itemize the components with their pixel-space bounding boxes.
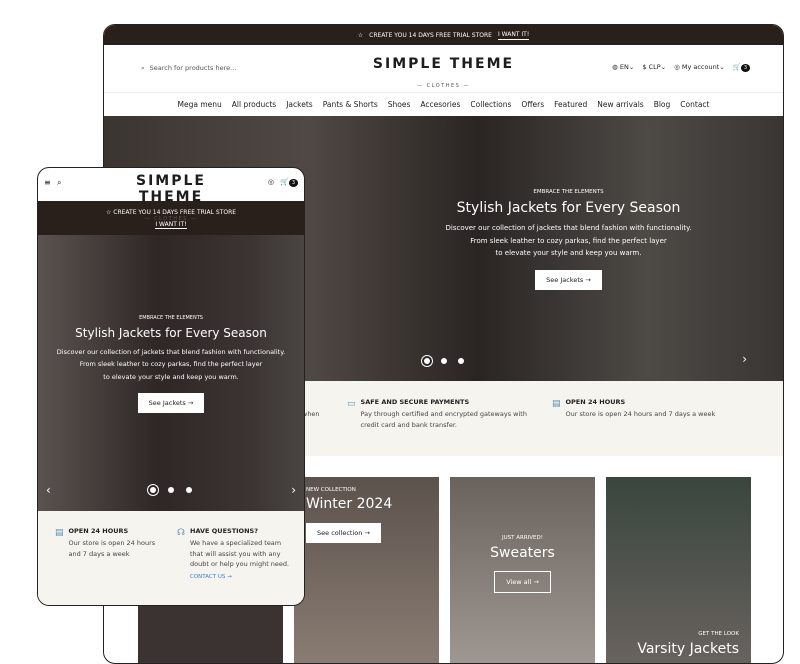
headset-icon: ☊ [177, 528, 185, 538]
view-all-button[interactable]: View all → [494, 571, 551, 593]
contact-us-link[interactable]: CONTACT US → [190, 573, 295, 582]
cart-button[interactable]: 🛒 3 [280, 178, 298, 187]
collection-card-sweaters[interactable]: JUST ARRIVED! Sweaters View all → [450, 477, 595, 663]
account-menu[interactable]: ◎ My account⌄ [674, 63, 725, 71]
slide-dot-2[interactable] [168, 487, 174, 493]
nav-shoes[interactable]: Shoes [388, 100, 411, 109]
star-icon: ☆ [357, 31, 364, 39]
store-icon: ▤ [552, 399, 561, 409]
see-jackets-button[interactable]: See Jackets → [137, 393, 205, 414]
nav-collections[interactable]: Collections [470, 100, 511, 109]
currency-select[interactable]: $ CLP⌄ [642, 63, 666, 71]
logo[interactable]: SIMPLE THEME — CLOTHES — [373, 56, 514, 91]
nav-jackets[interactable]: Jackets [286, 100, 312, 109]
see-jackets-button[interactable]: See Jackets → [535, 269, 602, 290]
next-slide-arrow-icon[interactable]: › [291, 483, 296, 497]
next-slide-arrow-icon[interactable]: › [742, 352, 747, 366]
mobile-header: ≡ ⌕ SIMPLE THEME — CLOTHES — ◎ 🛒 3 [38, 168, 304, 222]
feature-questions: ☊ HAVE QUESTIONS? We have a specialized te… [177, 526, 295, 581]
announcement-bar: ☆ CREATE YOU 14 DAYS FREE TRIAL STORE I … [104, 25, 783, 45]
slide-dot-3[interactable] [186, 487, 192, 493]
hero-banner: EMBRACE THE ELEMENTS Stylish Jackets for… [38, 235, 304, 511]
cart-button[interactable]: 🛒 3 [733, 63, 750, 72]
account-icon[interactable]: ◎ [268, 178, 274, 186]
slide-dot-2[interactable] [441, 358, 447, 364]
features-bar: ▤ OPEN 24 HOURS Our store is open 24 hours… [38, 511, 304, 605]
feature-open-24: ▤ OPEN 24 HOURS Our store is open 24 hours… [55, 527, 156, 558]
slide-dot-3[interactable] [458, 358, 464, 364]
main-nav: Mega menu All products Jackets Pants & S… [104, 93, 783, 116]
prev-slide-arrow-icon[interactable]: ‹ [46, 483, 51, 497]
announcement-link[interactable]: I WANT IT! [497, 31, 530, 40]
slide-dot-1[interactable] [424, 358, 430, 364]
menu-icon[interactable]: ≡ [44, 178, 51, 187]
nav-all-products[interactable]: All products [232, 100, 276, 109]
nav-accesories[interactable]: Accesories [420, 100, 460, 109]
nav-featured[interactable]: Featured [554, 100, 587, 109]
see-collection-button[interactable]: See collection → [306, 523, 381, 543]
mobile-preview: ≡ ⌕ SIMPLE THEME — CLOTHES — ◎ 🛒 3 ☆ CREAT… [37, 167, 305, 606]
feature-open-24: ▤ OPEN 24 HOURS Our store is open 24 hours… [552, 398, 716, 419]
search-icon[interactable]: ⌕ [57, 178, 61, 188]
language-select[interactable]: ◍ EN⌄ [612, 63, 634, 71]
store-icon: ▤ [55, 528, 64, 538]
collection-card-winter[interactable]: NEW COLLECTION Winter 2024 See collection … [294, 477, 439, 663]
search-icon: ⌕ [141, 64, 145, 72]
slide-dot-1[interactable] [150, 487, 156, 493]
nav-blog[interactable]: Blog [654, 100, 671, 109]
nav-contact[interactable]: Contact [680, 100, 709, 109]
nav-mega-menu[interactable]: Mega menu [178, 100, 222, 109]
nav-new-arrivals[interactable]: New arrivals [597, 100, 643, 109]
nav-pants-shorts[interactable]: Pants & Shorts [323, 100, 378, 109]
nav-offers[interactable]: Offers [521, 100, 544, 109]
credit-card-icon: ▭ [347, 399, 356, 409]
collection-card-varsity[interactable]: GET THE LOOK Varsity Jackets [606, 477, 751, 663]
search-input[interactable]: ⌕ Search for products here... [141, 64, 236, 73]
header: ⌕ Search for products here... SIMPLE THEM… [104, 45, 783, 93]
logo[interactable]: SIMPLE THEME — CLOTHES — [105, 173, 238, 224]
feature-payments: ▭ SAFE AND SECURE PAYMENTS Pay through cer… [347, 398, 527, 429]
